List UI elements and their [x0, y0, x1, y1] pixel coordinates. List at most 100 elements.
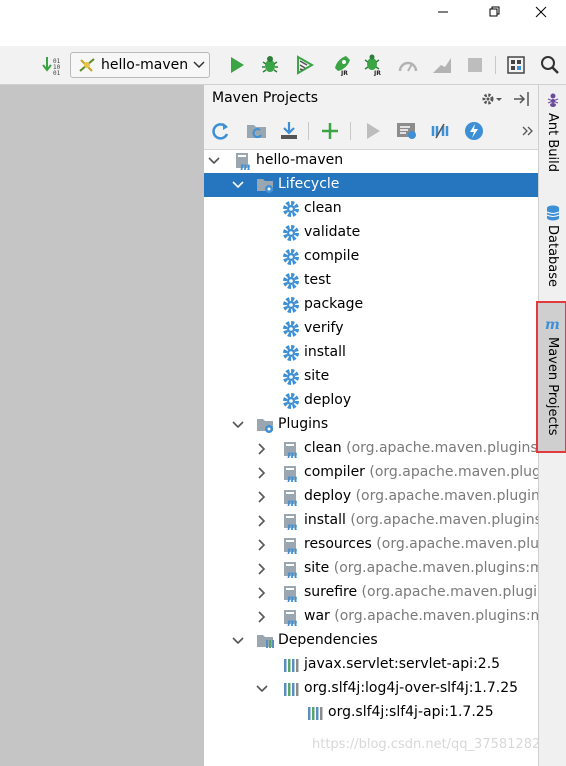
- run-button[interactable]: [227, 55, 247, 75]
- generate-sources-button[interactable]: [246, 121, 266, 141]
- tree-node[interactable]: package: [204, 293, 538, 317]
- reimport-button[interactable]: [211, 121, 231, 141]
- chevron-down-icon[interactable]: [232, 419, 244, 431]
- chevron-down-icon: [193, 61, 205, 69]
- chevron-down-icon[interactable]: [256, 683, 268, 695]
- maven-projects-tab[interactable]: m Maven Projects: [536, 301, 566, 453]
- chevron-right-icon[interactable]: [256, 491, 268, 503]
- tree-node[interactable]: m compiler (org.apache.maven.plugins:mave…: [204, 461, 538, 485]
- run-configuration-select[interactable]: hello-maven: [70, 52, 210, 78]
- tree-node-label: resources (org.apache.maven.plugins:mave…: [304, 536, 538, 552]
- double-chevron-right-icon: [522, 126, 533, 136]
- add-maven-project-button[interactable]: [320, 121, 340, 141]
- tree-node[interactable]: compile: [204, 245, 538, 269]
- tree-node-label: clean (org.apache.maven.plugins:maven-cl…: [304, 440, 538, 456]
- tree-node[interactable]: Plugins: [204, 413, 538, 437]
- chevron-down-icon[interactable]: [232, 179, 244, 191]
- tree-node-name: validate: [304, 224, 361, 240]
- tree-node[interactable]: clean: [204, 197, 538, 221]
- library-icon: [284, 659, 299, 672]
- tree-node[interactable]: m install (org.apache.maven.plugins:maven…: [204, 509, 538, 533]
- tree-node-name: resources: [304, 536, 372, 552]
- tree-node[interactable]: msite (org.apache.maven.plugins:maven-si…: [204, 557, 538, 581]
- tree-node[interactable]: install: [204, 341, 538, 365]
- project-structure-button[interactable]: [506, 55, 526, 75]
- hide-panel-button[interactable]: [513, 90, 531, 108]
- skip-tests-button[interactable]: [464, 121, 484, 141]
- chevron-right-icon[interactable]: [256, 467, 268, 479]
- chevron-right-icon[interactable]: [256, 539, 268, 551]
- tree-node[interactable]: mclean (org.apache.maven.plugins:maven-c…: [204, 437, 538, 461]
- svg-text:01: 01: [53, 70, 61, 75]
- tree-node-name: install: [304, 344, 346, 360]
- close-icon: [535, 6, 547, 18]
- restore-button[interactable]: [472, 0, 518, 24]
- panel-settings-button[interactable]: [480, 90, 506, 108]
- tree-node[interactable]: m hello-maven: [204, 149, 538, 173]
- tree-node-name: package: [304, 296, 364, 312]
- tree-node-label: Plugins: [278, 416, 328, 432]
- chevron-right-icon[interactable]: [256, 587, 268, 599]
- maven-project-icon: m: [236, 153, 251, 170]
- tree-node[interactable]: test: [204, 269, 538, 293]
- tree-node-name: hello-maven: [256, 152, 344, 168]
- svg-text:m: m: [287, 474, 298, 482]
- run-maven-build-button[interactable]: [363, 121, 383, 141]
- ant-build-tab[interactable]: Ant Build: [539, 91, 566, 191]
- profiler-button[interactable]: [398, 55, 418, 75]
- tree-node-label: verify: [304, 320, 344, 336]
- chevron-down-icon[interactable]: [208, 155, 220, 167]
- panel-toolbar: [204, 113, 538, 150]
- tree-node[interactable]: Lifecycle: [204, 173, 538, 197]
- chevron-down-icon[interactable]: [232, 635, 244, 647]
- gear-icon: [283, 297, 299, 313]
- tree-node-name: Dependencies: [278, 632, 378, 648]
- tree-node-coordinates: (org.apache.maven.plugins:maven-surefire…: [361, 584, 538, 600]
- panel-title: Maven Projects: [212, 90, 319, 106]
- more-actions-button[interactable]: [522, 122, 536, 140]
- tree-node[interactable]: mwar (org.apache.maven.plugins:maven-war…: [204, 605, 538, 629]
- library-icon: [308, 707, 323, 720]
- debug-button[interactable]: [260, 55, 280, 75]
- execute-maven-goal-button[interactable]: [396, 121, 416, 141]
- tree-node[interactable]: m surefire (org.apache.maven.plugins:mave…: [204, 581, 538, 605]
- database-tab[interactable]: Database: [539, 203, 566, 293]
- attach-debugger-button[interactable]: [431, 55, 451, 75]
- tree-node[interactable]: m resources (org.apache.maven.plugins:mav…: [204, 533, 538, 557]
- tree-node[interactable]: Dependencies: [204, 629, 538, 653]
- tree-node-label: deploy (org.apache.maven.plugins:maven-d…: [304, 488, 538, 504]
- stop-button[interactable]: [465, 55, 485, 75]
- svg-text:m: m: [287, 546, 298, 554]
- tree-node[interactable]: validate: [204, 221, 538, 245]
- chevron-right-icon[interactable]: [256, 563, 268, 575]
- minimize-button[interactable]: [420, 0, 466, 24]
- watermark: https://blog.csdn.net/qq_37581282: [312, 737, 541, 752]
- plugin-icon: m: [284, 562, 298, 578]
- chevron-right-icon[interactable]: [256, 515, 268, 527]
- search-everywhere-button[interactable]: [540, 55, 560, 75]
- tree-node[interactable]: org.slf4j:slf4j-api:1.7.25: [204, 701, 538, 725]
- debug-jrebel-button[interactable]: JR: [363, 54, 383, 76]
- build-project-button[interactable]: 01 10 01: [42, 55, 62, 75]
- svg-text:m: m: [287, 522, 298, 530]
- run-jrebel-button[interactable]: JR: [330, 55, 350, 76]
- download-sources-button[interactable]: [279, 121, 299, 141]
- coverage-button[interactable]: [295, 55, 315, 75]
- chevron-right-icon[interactable]: [256, 611, 268, 623]
- toggle-offline-mode-button[interactable]: [430, 121, 450, 141]
- tree-node[interactable]: site: [204, 365, 538, 389]
- tree-node[interactable]: verify: [204, 317, 538, 341]
- tree-node[interactable]: deploy: [204, 389, 538, 413]
- tree-node[interactable]: javax.servlet:servlet-api:2.5: [204, 653, 538, 677]
- maven-projects-label: Maven Projects: [545, 337, 560, 436]
- chevron-right-icon[interactable]: [256, 443, 268, 455]
- tree-node[interactable]: org.slf4j:log4j-over-slf4j:1.7.25: [204, 677, 538, 701]
- editor-area: [0, 85, 205, 766]
- tree-node-name: site: [304, 368, 330, 384]
- run-icon: [231, 57, 244, 73]
- bug-jrebel-icon: JR: [364, 54, 381, 76]
- tree-node[interactable]: mdeploy (org.apache.maven.plugins:maven-…: [204, 485, 538, 509]
- rocket-icon: JR: [335, 56, 350, 76]
- plugin-icon: m: [284, 586, 298, 602]
- close-button[interactable]: [518, 0, 564, 24]
